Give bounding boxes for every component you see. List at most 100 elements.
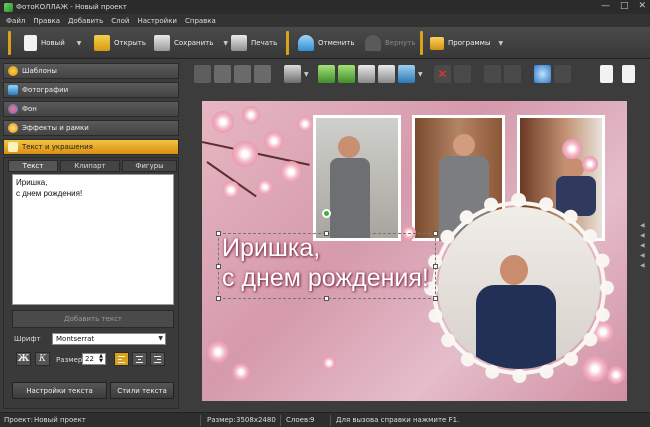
save-button[interactable]: Сохранить ▼ (154, 30, 228, 56)
close-icon[interactable]: ✕ (638, 1, 646, 11)
menu-bar: Файл Правка Добавить Слой Настройки Спра… (0, 14, 650, 27)
person-head (338, 136, 360, 158)
text-icon (8, 142, 18, 152)
tab-clipart[interactable]: Клипарт (60, 160, 120, 172)
menu-settings[interactable]: Настройки (137, 17, 177, 25)
flip-vertical-icon[interactable] (378, 65, 395, 83)
italic-button[interactable]: К (35, 352, 50, 366)
tab-text[interactable]: Текст (8, 160, 58, 172)
arrow-left-icon[interactable]: ◀ (640, 262, 645, 269)
effects-disabled-icon[interactable] (484, 65, 501, 83)
lace-frame-inner (432, 201, 606, 375)
cherry-blossom (232, 141, 258, 167)
resize-handle[interactable] (433, 264, 438, 269)
chevron-down-icon[interactable]: ▼ (77, 40, 82, 47)
section-templates[interactable]: Шаблоны (3, 63, 179, 79)
layer-front-icon[interactable] (254, 65, 271, 83)
menu-layer[interactable]: Слой (111, 17, 129, 25)
fit-icon[interactable] (398, 65, 415, 83)
chevron-down-icon[interactable]: ▼ (304, 71, 309, 78)
print-label: Печать (251, 39, 278, 47)
tab-shapes[interactable]: Фигуры (122, 160, 177, 172)
font-select[interactable]: Montserrat ▼ (52, 333, 166, 345)
layer-forward-icon[interactable] (234, 65, 251, 83)
align-right-button[interactable] (150, 352, 165, 366)
menu-file[interactable]: Файл (6, 17, 25, 25)
section-effects[interactable]: Эффекты и рамки (3, 120, 179, 136)
undo-button[interactable]: Отменить (298, 30, 355, 56)
star-icon (8, 66, 18, 76)
bold-button[interactable]: Ж (16, 352, 31, 366)
text-input[interactable]: Иришка, с днем рождения! (12, 174, 174, 305)
rotate-right-icon[interactable] (338, 65, 355, 83)
menu-help[interactable]: Справка (185, 17, 216, 25)
text-panel-tabs: Текст Клипарт Фигуры (8, 160, 177, 172)
section-label: Фотографии (22, 86, 69, 94)
layer-backward-icon[interactable] (214, 65, 231, 83)
resize-handle[interactable] (216, 296, 221, 301)
cherry-blossom (607, 366, 625, 384)
collage-photo-1[interactable] (313, 115, 401, 241)
text-settings-button[interactable]: Настройки текста (12, 382, 107, 399)
arrow-left-icon[interactable]: ◀ (640, 222, 645, 229)
flip-horizontal-icon[interactable] (358, 65, 375, 83)
section-text-decorations[interactable]: Текст и украшения (3, 139, 179, 155)
resize-handle[interactable] (216, 231, 221, 236)
chevron-down-icon[interactable]: ▼ (418, 71, 423, 78)
lock-icon[interactable] (554, 65, 571, 83)
person-body (330, 158, 370, 238)
chevron-down-icon: ▼ (158, 335, 163, 342)
menu-add[interactable]: Добавить (68, 17, 103, 25)
page-settings-icon[interactable] (622, 65, 635, 83)
chevron-down-icon[interactable]: ▼ (499, 40, 504, 47)
redo-button[interactable]: Вернуть (365, 30, 415, 56)
align-tools-icon[interactable] (284, 65, 301, 83)
menu-edit[interactable]: Правка (33, 17, 60, 25)
app-window: ФотоКОЛЛАЖ - Новый проект — □ ✕ Файл Пра… (0, 0, 650, 427)
cherry-blossom (322, 356, 336, 370)
scroll-arrows: ◀ ◀ ◀ ◀ ◀ (640, 222, 645, 269)
magic-wand-icon[interactable] (504, 65, 521, 83)
add-text-button[interactable]: Добавить текст (12, 310, 174, 328)
arrow-left-icon[interactable]: ◀ (640, 232, 645, 239)
resize-handle[interactable] (433, 296, 438, 301)
section-photos[interactable]: Фотографии (3, 82, 179, 98)
chevron-down-icon[interactable]: ▼ (223, 40, 228, 47)
size-stepper[interactable]: 22 ▲ ▼ (82, 353, 106, 365)
align-left-button[interactable] (114, 352, 129, 366)
size-value: 22 (85, 355, 94, 363)
status-separator (200, 415, 201, 426)
arrow-left-icon[interactable]: ◀ (640, 242, 645, 249)
folder-icon (94, 35, 110, 51)
window-controls: — □ ✕ (601, 1, 646, 11)
resize-handle[interactable] (324, 231, 329, 236)
resize-handle[interactable] (324, 296, 329, 301)
resize-handle[interactable] (433, 231, 438, 236)
rotate-handle-icon[interactable] (322, 209, 331, 218)
stepper-arrows-icon[interactable]: ▲ ▼ (99, 354, 103, 364)
cherry-blossom (297, 116, 313, 132)
programs-button[interactable]: Программы ▼ (430, 30, 503, 56)
section-background[interactable]: Фон (3, 101, 179, 117)
arrow-left-icon[interactable]: ◀ (640, 252, 645, 259)
layer-back-icon[interactable] (194, 65, 211, 83)
new-button[interactable]: Новый ▼ (24, 30, 81, 56)
page-add-icon[interactable] (600, 65, 613, 83)
status-separator (330, 415, 331, 426)
gear-icon[interactable] (534, 65, 551, 83)
delete-icon[interactable]: ✕ (434, 65, 451, 83)
maximize-icon[interactable]: □ (620, 1, 629, 11)
resize-handle[interactable] (216, 264, 221, 269)
status-layers-value: 9 (310, 416, 315, 424)
minimize-icon[interactable]: — (601, 1, 610, 11)
align-center-button[interactable] (132, 352, 147, 366)
collage-canvas[interactable]: Иришка, с днем рождения! (202, 101, 627, 401)
print-button[interactable]: Печать (231, 30, 277, 56)
section-label: Фон (22, 105, 37, 113)
cherry-blossom (212, 111, 234, 133)
open-button[interactable]: Открыть (94, 30, 146, 56)
text-styles-button[interactable]: Стили текста (110, 382, 174, 399)
rotate-left-icon[interactable] (318, 65, 335, 83)
cherry-blossom (257, 179, 273, 195)
crop-icon[interactable] (454, 65, 471, 83)
